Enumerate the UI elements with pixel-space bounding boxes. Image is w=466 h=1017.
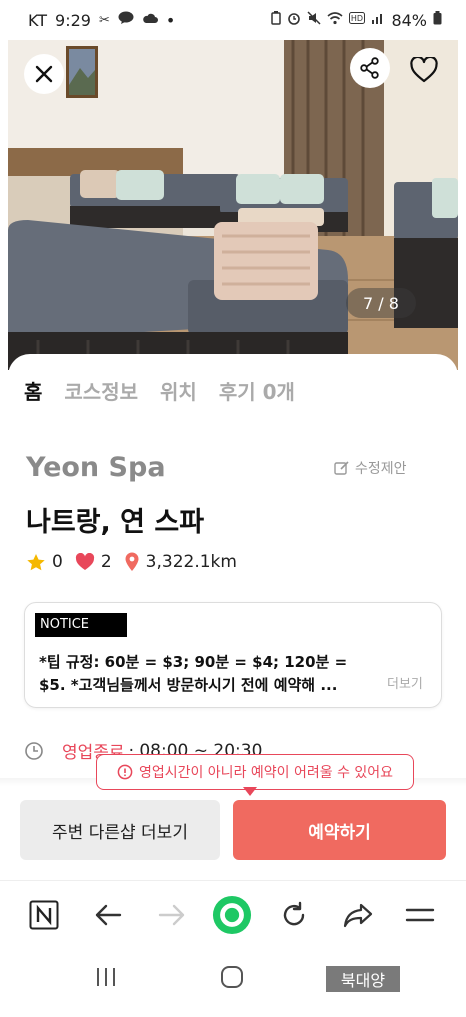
cloud-icon bbox=[142, 12, 158, 28]
naver-home-button[interactable] bbox=[24, 895, 64, 935]
likes-stat: 2 bbox=[75, 552, 112, 572]
notice-more-link[interactable]: 더보기 bbox=[387, 673, 423, 692]
rating-stat: 0 bbox=[26, 552, 63, 572]
green-dot-icon bbox=[212, 895, 252, 935]
tooltip-text: 영업시간이 아니라 예약이 어려울 수 있어요 bbox=[138, 765, 394, 781]
tab-location[interactable]: 위치 bbox=[160, 376, 197, 405]
status-bar: KT 9:29 ✂ • HD 84% bbox=[0, 0, 466, 40]
alarm-icon bbox=[287, 11, 301, 29]
green-dot-button[interactable] bbox=[212, 895, 252, 935]
suggest-edit-button[interactable]: 수정제안 bbox=[334, 458, 407, 478]
chat-icon bbox=[118, 11, 134, 29]
notice-tag: NOTICE bbox=[35, 613, 127, 637]
battery-percent: 84% bbox=[391, 10, 427, 30]
tab-reviews[interactable]: 후기 0개 bbox=[219, 376, 295, 405]
carrier-label: KT bbox=[28, 10, 48, 30]
likes-value: 2 bbox=[100, 552, 112, 572]
hd-icon: HD bbox=[349, 12, 366, 28]
menu-icon bbox=[405, 908, 435, 922]
tab-course-info[interactable]: 코스정보 bbox=[64, 376, 138, 405]
notice-card[interactable]: NOTICE *팁 규정: 60분 = $3; 90분 = $4; 120분 =… bbox=[24, 602, 442, 708]
shop-name-korean: 나트랑, 연 스파 bbox=[26, 507, 205, 538]
suggest-edit-label: 수정제안 bbox=[355, 461, 407, 477]
location-pin-icon bbox=[125, 552, 139, 571]
notice-line-2: $5. *고객님들께서 방문하시기 전에 예약해 ... bbox=[39, 676, 338, 694]
edit-icon bbox=[334, 461, 349, 475]
heart-outline-icon bbox=[410, 57, 438, 83]
shop-stats: 0 2 3,322.1km bbox=[26, 552, 249, 572]
share-button[interactable] bbox=[350, 48, 390, 88]
share-arrow-icon bbox=[343, 903, 373, 928]
wifi-icon bbox=[327, 11, 343, 29]
shop-name-english: Yeon Spa bbox=[26, 452, 166, 483]
close-icon bbox=[35, 65, 53, 83]
spa-room-photo bbox=[8, 40, 458, 370]
warning-icon bbox=[117, 764, 133, 780]
notice-text: *팁 규정: 60분 = $3; 90분 = $4; 120분 = $5. *고… bbox=[39, 651, 365, 697]
notice-line-1: *팁 규정: 60분 = $3; 90분 = $4; 120분 = bbox=[39, 653, 348, 671]
share-icon bbox=[360, 57, 379, 79]
tab-home[interactable]: 홈 bbox=[21, 376, 45, 405]
refresh-button[interactable] bbox=[274, 895, 314, 935]
back-arrow-icon bbox=[95, 904, 122, 926]
time-label: 9:29 bbox=[55, 10, 91, 30]
photo-counter: 7 / 8 bbox=[346, 288, 416, 318]
heart-filled-icon bbox=[75, 553, 94, 570]
reserve-button[interactable]: 예약하기 bbox=[233, 800, 446, 860]
watermark: 북대양 bbox=[326, 966, 400, 992]
notification-dot: • bbox=[165, 10, 176, 30]
browser-toolbar bbox=[0, 880, 466, 948]
menu-button[interactable] bbox=[400, 895, 440, 935]
battery-saver-icon bbox=[271, 11, 282, 29]
recent-apps-button[interactable] bbox=[94, 966, 118, 992]
back-button[interactable] bbox=[88, 895, 128, 935]
forward-button[interactable] bbox=[152, 895, 192, 935]
home-button[interactable] bbox=[220, 965, 244, 993]
recent-apps-icon bbox=[97, 968, 115, 986]
distance-value: 3,322.1km bbox=[145, 552, 237, 572]
tooltip-arrow bbox=[243, 787, 257, 796]
tab-bar: 홈 코스정보 위치 후기 0개 bbox=[21, 376, 295, 405]
star-icon bbox=[27, 553, 45, 570]
home-icon bbox=[221, 966, 243, 988]
naver-icon bbox=[29, 900, 59, 930]
favorite-button[interactable] bbox=[406, 52, 442, 88]
hero-photo[interactable]: 7 / 8 bbox=[8, 40, 458, 370]
scissors-icon: ✂ bbox=[98, 12, 110, 28]
closed-warning-tooltip: 영업시간이 아니라 예약이 어려울 수 있어요 bbox=[96, 754, 414, 790]
battery-icon bbox=[433, 11, 442, 29]
mute-icon bbox=[307, 11, 321, 29]
signal-icon bbox=[371, 12, 385, 28]
refresh-icon bbox=[283, 901, 305, 926]
close-button[interactable] bbox=[24, 54, 64, 94]
clock-icon bbox=[25, 741, 43, 760]
rating-value: 0 bbox=[52, 552, 63, 572]
forward-arrow-icon bbox=[158, 904, 185, 926]
share-page-button[interactable] bbox=[338, 895, 378, 935]
svg-text:HD: HD bbox=[351, 14, 363, 23]
nearby-shops-button[interactable]: 주변 다른샵 더보기 bbox=[20, 800, 220, 860]
distance-stat: 3,322.1km bbox=[124, 552, 237, 572]
detail-sheet: 홈 코스정보 위치 후기 0개 Yeon Spa 수정제안 나트랑, 연 스파 … bbox=[8, 354, 458, 794]
